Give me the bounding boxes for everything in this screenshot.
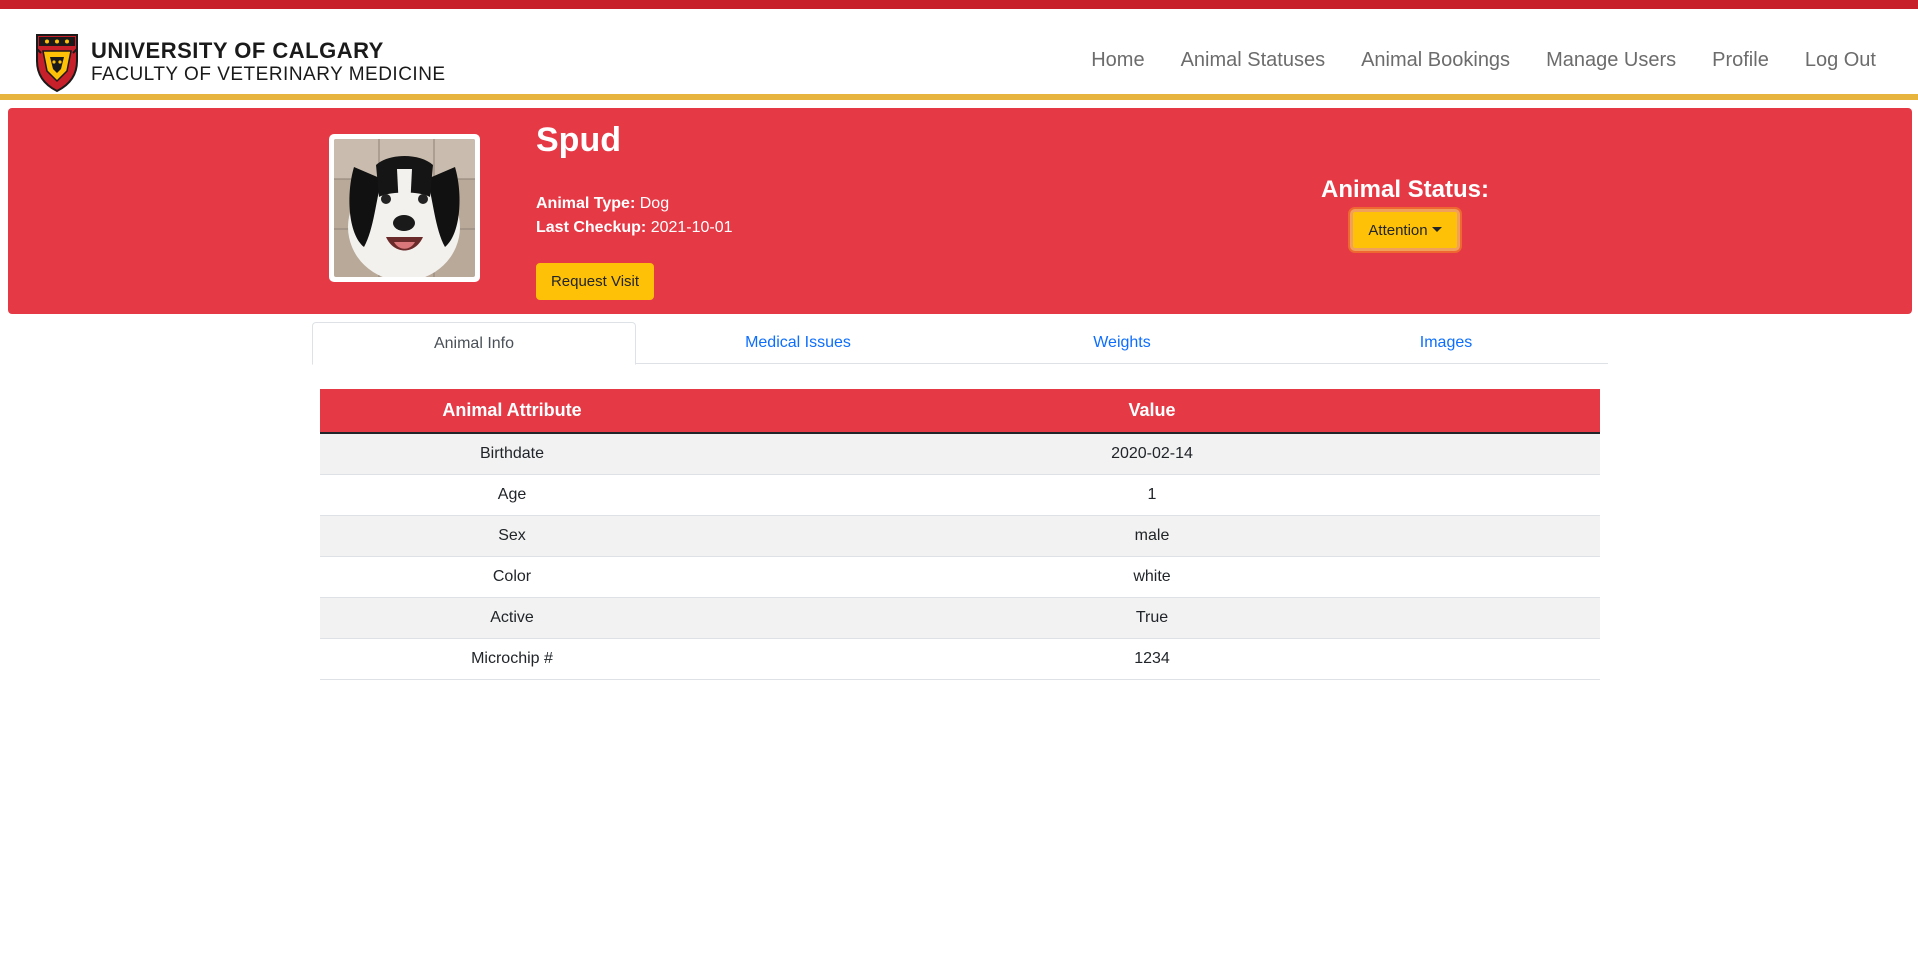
animal-name: Spud bbox=[536, 121, 621, 159]
table-row: Age 1 bbox=[320, 474, 1600, 516]
attribute-cell: Age bbox=[320, 474, 704, 516]
attribute-cell: Microchip # bbox=[320, 638, 704, 680]
nav-link-profile[interactable]: Profile bbox=[1712, 49, 1769, 72]
value-cell: white bbox=[704, 556, 1600, 598]
animal-type-label: Animal Type: bbox=[536, 195, 636, 212]
caret-down-icon bbox=[1431, 226, 1442, 232]
navbar-underline bbox=[0, 94, 1918, 100]
nav-link-manage-users[interactable]: Manage Users bbox=[1546, 49, 1676, 72]
brand-university-name: UNIVERSITY OF CALGARY bbox=[91, 38, 384, 63]
request-visit-button[interactable]: Request Visit bbox=[536, 263, 654, 300]
attribute-cell: Birthdate bbox=[320, 433, 704, 475]
last-checkup-label: Last Checkup: bbox=[536, 219, 647, 236]
top-accent-strip bbox=[0, 0, 1918, 9]
university-crest-icon bbox=[36, 34, 78, 93]
animal-photo-frame bbox=[329, 134, 480, 282]
navbar: UNIVERSITY OF CALGARY FACULTY OF VETERIN… bbox=[0, 9, 1918, 95]
nav-link-animal-bookings[interactable]: Animal Bookings bbox=[1361, 49, 1510, 72]
table-row: Active True bbox=[320, 597, 1600, 639]
table-row: Color white bbox=[320, 556, 1600, 598]
attribute-cell: Active bbox=[320, 597, 704, 639]
value-cell: 2020-02-14 bbox=[704, 433, 1600, 475]
main-nav: Home Animal Statuses Animal Bookings Man… bbox=[1055, 49, 1876, 72]
animal-tabs: Animal Info Medical Issues Weights Image… bbox=[312, 322, 1608, 365]
brand-faculty-name: FACULTY OF VETERINARY MEDICINE bbox=[91, 64, 446, 85]
animal-status-dropdown[interactable]: Attention bbox=[1350, 209, 1460, 251]
dog-photo bbox=[334, 139, 475, 277]
column-header-value: Value bbox=[704, 389, 1600, 434]
brand-logo-link[interactable]: UNIVERSITY OF CALGARY FACULTY OF VETERIN… bbox=[33, 30, 446, 94]
table-header-row: Animal Attribute Value bbox=[320, 389, 1600, 434]
table-row: Microchip # 1234 bbox=[320, 638, 1600, 680]
table-row: Birthdate 2020-02-14 bbox=[320, 433, 1600, 475]
value-cell: male bbox=[704, 515, 1600, 557]
last-checkup-line: Last Checkup: 2021-10-01 bbox=[536, 219, 733, 237]
animal-type-line: Animal Type: Dog bbox=[536, 195, 669, 213]
animal-info-table: Animal Attribute Value Birthdate 2020-02… bbox=[320, 389, 1600, 680]
animal-status-label: Animal Status: bbox=[1320, 176, 1490, 203]
table-row: Sex male bbox=[320, 515, 1600, 557]
tab-images[interactable]: Images bbox=[1284, 322, 1608, 364]
last-checkup-value: 2021-10-01 bbox=[650, 219, 733, 236]
nav-link-log-out[interactable]: Log Out bbox=[1805, 49, 1876, 72]
attribute-cell: Sex bbox=[320, 515, 704, 557]
brand-text: UNIVERSITY OF CALGARY FACULTY OF VETERIN… bbox=[91, 38, 446, 85]
nav-link-animal-statuses[interactable]: Animal Statuses bbox=[1181, 49, 1326, 72]
tab-weights[interactable]: Weights bbox=[960, 322, 1284, 364]
attribute-cell: Color bbox=[320, 556, 704, 598]
animal-profile-banner bbox=[8, 108, 1912, 314]
value-cell: 1234 bbox=[704, 638, 1600, 680]
value-cell: True bbox=[704, 597, 1600, 639]
tab-animal-info[interactable]: Animal Info bbox=[312, 322, 636, 365]
tab-medical-issues[interactable]: Medical Issues bbox=[636, 322, 960, 364]
value-cell: 1 bbox=[704, 474, 1600, 516]
animal-status-selected: Attention bbox=[1368, 221, 1428, 239]
column-header-attribute: Animal Attribute bbox=[320, 389, 704, 434]
animal-type-value: Dog bbox=[639, 195, 670, 212]
nav-link-home[interactable]: Home bbox=[1091, 49, 1144, 72]
